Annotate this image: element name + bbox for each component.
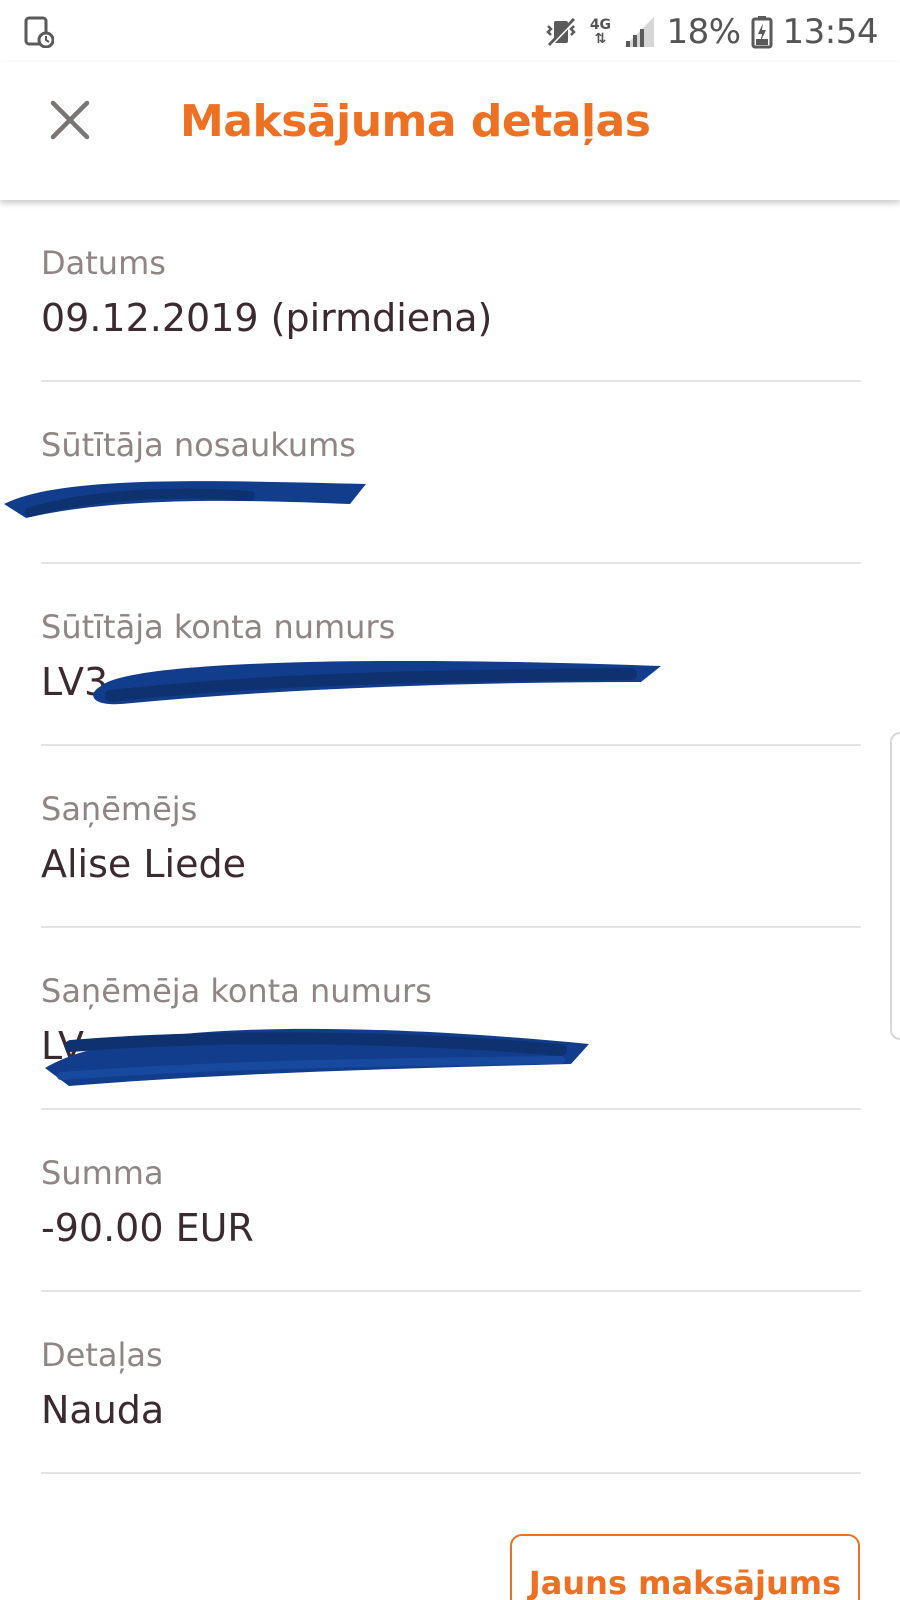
signal-icon [624,17,655,47]
field-label: Detaļas [41,1336,163,1374]
battery-charging-icon [751,16,773,49]
close-button[interactable] [40,90,100,150]
details-list: Datums 09.12.2019 (pirmdiena) Sūtītāja n… [0,200,900,1600]
field-amount: Summa -90.00 EUR [41,1110,861,1292]
edge-panel-handle[interactable] [890,732,900,1040]
new-payment-button[interactable]: Jauns maksājums [510,1534,860,1600]
field-value: 09.12.2019 (pirmdiena) [41,296,493,340]
payment-details-screen: 4G ⇅ 18% 13:54 Maksājuma detaļas Datums … [0,0,900,1600]
redaction-scribble [93,660,661,705]
vibrate-mute-icon [546,17,577,47]
new-payment-label: Jauns maksājums [528,1564,842,1600]
field-label: Sūtītāja nosaukums [41,426,356,464]
field-value: Alise Liede [41,842,246,886]
app-bar: Maksājuma detaļas [0,62,900,200]
page-title: Maksājuma detaļas [180,96,651,147]
close-icon [50,100,90,140]
field-label: Sūtītāja konta numurs [41,608,396,646]
field-sender-name: Sūtītāja nosaukums [4,382,861,564]
field-sender-account: Sūtītāja konta numurs LV3 [41,564,861,746]
field-value: -90.00 EUR [41,1206,254,1250]
field-details: Detaļas Nauda [41,1292,861,1474]
status-indicators: 4G ⇅ 18% 13:54 [544,10,879,54]
data-arrows-icon: ⇅ [594,31,607,47]
battery-percent: 18% [666,12,741,52]
field-label: Saņēmējs [41,790,198,828]
field-label: Datums [41,244,166,282]
clock: 13:54 [782,12,879,52]
field-value: LV3 [41,660,109,704]
redaction-scribble [4,481,366,518]
field-recipient-account: Saņēmēja konta numurs LV [41,928,861,1110]
field-value: LV [41,1024,84,1068]
status-bar: 4G ⇅ 18% 13:54 [0,0,900,62]
field-value: Nauda [41,1388,165,1432]
network-4g-icon: 4G ⇅ [588,18,612,46]
field-label: Saņēmēja konta numurs [41,972,432,1010]
redaction-scribble [45,1028,589,1086]
field-recipient: Saņēmējs Alise Liede [41,746,861,928]
screenshot-sd-icon [24,16,54,48]
field-label: Summa [41,1154,164,1192]
field-date: Datums 09.12.2019 (pirmdiena) [41,200,861,382]
